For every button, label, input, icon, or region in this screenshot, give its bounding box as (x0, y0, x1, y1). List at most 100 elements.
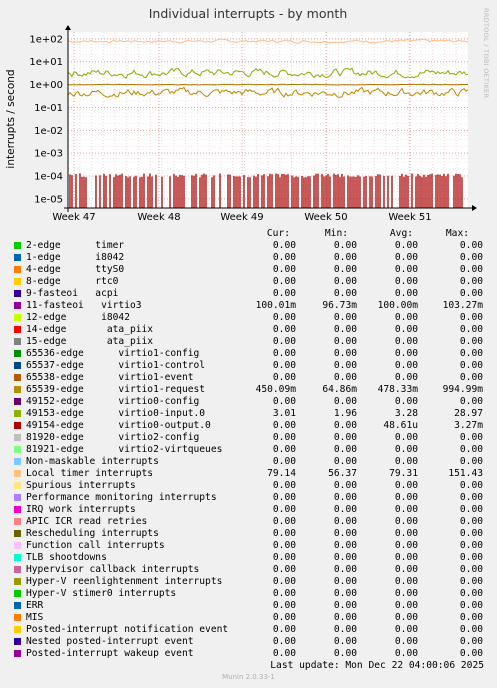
x-tick-label: Week 51 (388, 212, 431, 223)
legend-label: 81920-edge virtio2-config (26, 432, 200, 443)
legend-row: 65539-edge virtio1-request 450.09m 64.86m 4… (0, 384, 497, 396)
interrupts-chart: Individual interrupts - by month interru… (5, 6, 490, 223)
legend-swatch (14, 278, 21, 285)
legend-label: 8-edge rtc0 (26, 276, 119, 287)
legend-swatch (14, 482, 21, 489)
legend-max: 0.00 (459, 504, 483, 515)
legend-max: 0.00 (459, 648, 483, 659)
legend-row: Non-maskable interrupts 0.00 0.00 0.00 0.00 (0, 456, 497, 468)
legend-max: 0.00 (459, 240, 483, 251)
legend-swatch (14, 530, 21, 537)
legend-label: 14-edge ata_piix (26, 324, 154, 335)
legend-swatch (14, 242, 21, 249)
legend-row: Hyper-V stimer0 interrupts 0.00 0.00 0.00 0.… (0, 588, 497, 600)
legend-max: 151.43 (448, 468, 483, 479)
x-tick-labels: Week 47 Week 48 Week 49 Week 50 Week 51 (52, 212, 431, 223)
legend-swatch (14, 650, 21, 657)
legend-label: 4-edge ttyS0 (26, 264, 125, 275)
legend-label: Nested posted-interrupt event (26, 636, 194, 647)
header-min: Min: (324, 228, 348, 239)
legend-max: 0.00 (459, 588, 483, 599)
legend-row: Posted-interrupt wakeup event 0.00 0.00 0.0… (0, 648, 497, 660)
legend-label: Hyper-V stimer0 interrupts (26, 588, 177, 599)
legend-label: MIS (26, 612, 44, 623)
legend-swatch (14, 626, 21, 633)
series-line (67, 83, 468, 86)
legend-swatch (14, 434, 21, 441)
legend-max: 0.00 (459, 528, 483, 539)
legend-swatch (14, 410, 21, 417)
legend-max: 0.00 (459, 480, 483, 491)
x-tick-label: Week 47 (52, 212, 95, 223)
legend-row: 4-edge ttyS0 0.00 0.00 0.00 0.00 (0, 264, 497, 276)
legend-swatch (14, 554, 21, 561)
legend-label: 49153-edge virtio0-input.0 (26, 408, 206, 419)
legend-max: 0.00 (459, 552, 483, 563)
legend-row: 14-edge ata_piix 0.00 0.00 0.00 0.00 (0, 324, 497, 336)
legend-label: 15-edge ata_piix (26, 336, 154, 347)
y-axis-arrow (65, 25, 71, 30)
legend-swatch (14, 470, 21, 477)
legend-row: IRQ work interrupts 0.00 0.00 0.00 0.00 (0, 504, 497, 516)
legend-max: 0.00 (459, 312, 483, 323)
legend-row: 15-edge ata_piix 0.00 0.00 0.00 0.00 (0, 336, 497, 348)
y-tick-labels: 1e+02 1e+01 1e+00 1e-01 1e-02 1e-03 1e-04 1e-05 (29, 34, 63, 205)
x-tick-label: Week 50 (304, 212, 347, 223)
legend-label: Hypervisor callback interrupts (26, 564, 200, 575)
legend-row: MIS 0.00 0.00 0.00 0.00 (0, 612, 497, 624)
legend-row: 49152-edge virtio0-config 0.00 0.00 0.00 0.0… (0, 396, 497, 408)
legend-label: ERR (26, 600, 44, 611)
header-cur: Cur: (266, 228, 290, 239)
legend-max: 0.00 (459, 600, 483, 611)
legend-swatch (14, 254, 21, 261)
x-axis-arrow (472, 205, 477, 211)
legend-max: 994.99m (442, 384, 483, 395)
legend-label: Performance monitoring interrupts (26, 492, 217, 503)
legend-max: 0.00 (459, 252, 483, 263)
legend-header-row: Cur: Min: Avg: Max: (0, 228, 497, 240)
legend-swatch (14, 362, 21, 369)
legend-label: 2-edge timer (26, 240, 125, 251)
legend-row: 49154-edge virtio0-output.0 0.00 0.00 48.61… (0, 420, 497, 432)
legend-row: 2-edge timer 0.00 0.00 0.00 0.00 (0, 240, 497, 252)
legend-row: Hyper-V reenlightenment interrupts 0.00 0.… (0, 576, 497, 588)
legend-row: 65536-edge virtio1-config 0.00 0.00 0.00 0.0… (0, 348, 497, 360)
legend-swatch (14, 290, 21, 297)
legend-label: Rescheduling interrupts (26, 528, 159, 539)
y-tick-label: 1e-04 (34, 172, 63, 183)
legend-max: 0.00 (459, 576, 483, 587)
legend-swatch (14, 578, 21, 585)
legend-row: Posted-interrupt notification event 0.00 0… (0, 624, 497, 636)
legend-max: 0.00 (459, 564, 483, 575)
legend-label: 81921-edge virtio2-virtqueues (26, 444, 223, 455)
y-axis-label: interrupts / second (5, 69, 17, 168)
legend-label: 11-fasteoi virtio3 (26, 300, 142, 311)
legend-label: TLB shootdowns (26, 552, 107, 563)
legend-label: Spurious interrupts (26, 480, 136, 491)
legend-max: 0.00 (459, 456, 483, 467)
legend-swatch (14, 542, 21, 549)
x-tick-label: Week 49 (220, 212, 263, 223)
legend-row: 81921-edge virtio2-virtqueues 0.00 0.00 0.0… (0, 444, 497, 456)
legend-label: 65538-edge virtio1-event (26, 372, 194, 383)
legend-label: 49154-edge virtio0-output.0 (26, 420, 211, 431)
x-tick-label: Week 48 (137, 212, 180, 223)
legend-row: 81920-edge virtio2-config 0.00 0.00 0.00 0.0… (0, 432, 497, 444)
legend-max: 0.00 (459, 492, 483, 503)
legend-row: 49153-edge virtio0-input.0 3.01 1.96 3.28 28… (0, 408, 497, 420)
legend-max: 28.97 (454, 408, 483, 419)
rrdtool-credit: RRDTOOL / TOBI OETIKER (482, 8, 490, 98)
legend-swatch (14, 446, 21, 453)
legend-swatch (14, 386, 21, 393)
legend-max: 0.00 (459, 276, 483, 287)
legend-swatch (14, 314, 21, 321)
legend-max: 0.00 (459, 444, 483, 455)
legend-max: 0.00 (459, 324, 483, 335)
chart-title: Individual interrupts - by month (149, 6, 348, 21)
legend-swatch (14, 302, 21, 309)
legend-row: 9-fasteoi acpi 0.00 0.00 0.00 0.00 (0, 288, 497, 300)
legend-row: ERR 0.00 0.00 0.00 0.00 (0, 600, 497, 612)
legend-max: 0.00 (459, 516, 483, 527)
legend-label: Local timer interrupts (26, 468, 154, 479)
legend-row: 8-edge rtc0 0.00 0.00 0.00 0.00 (0, 276, 497, 288)
